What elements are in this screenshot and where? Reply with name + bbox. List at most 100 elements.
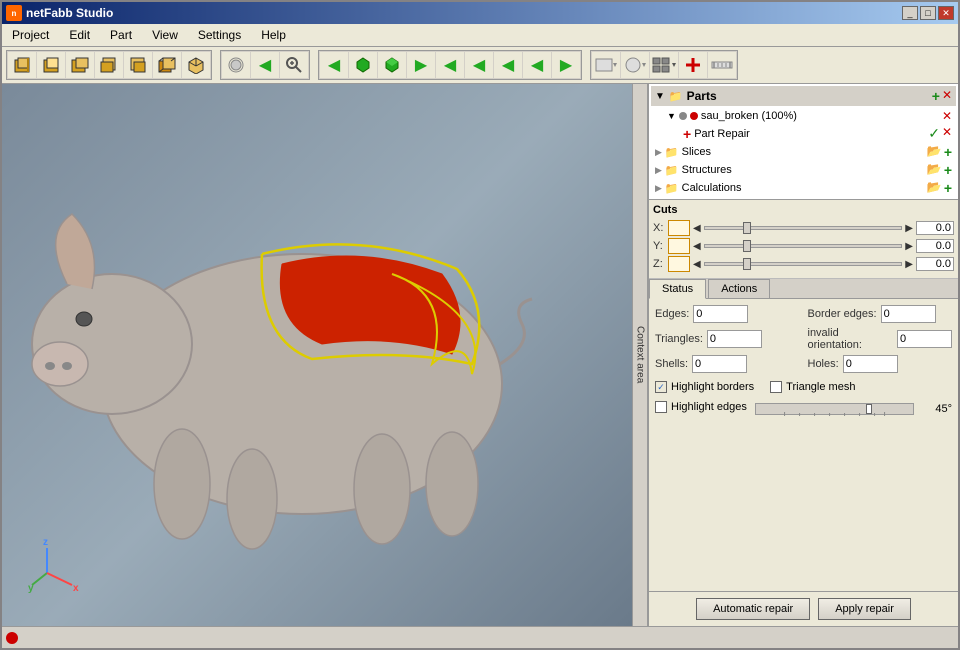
sphere-view-btn[interactable] xyxy=(222,52,250,78)
highlight-borders-checkbox[interactable] xyxy=(655,381,667,393)
menu-help[interactable]: Help xyxy=(255,26,292,44)
cut-z-left-arrow[interactable]: ◀ xyxy=(693,259,701,270)
nav-left-btn[interactable]: ◀ xyxy=(320,52,348,78)
calculations-open-btn[interactable]: 📂 xyxy=(927,180,942,196)
parts-folder-icon: 📁 xyxy=(669,90,683,103)
part-repair-item[interactable]: + Part Repair ✓ ✕ xyxy=(651,124,956,143)
maximize-button[interactable]: □ xyxy=(920,6,936,20)
structures-item[interactable]: ▶ 📁 Structures 📂 + xyxy=(651,161,956,179)
menu-project[interactable]: Project xyxy=(6,26,55,44)
apply-repair-btn[interactable]: Apply repair xyxy=(818,598,911,620)
fwd-btn[interactable]: ◀ xyxy=(465,52,493,78)
context-area-tab[interactable]: Context area xyxy=(632,84,648,626)
slices-open-btn[interactable]: 📂 xyxy=(927,144,942,160)
structures-expand-icon: ▶ xyxy=(655,165,662,176)
cube-bottom-btn[interactable] xyxy=(124,52,152,78)
measure-btn[interactable] xyxy=(708,52,736,78)
calculations-add-btn[interactable]: + xyxy=(944,180,952,196)
parts-header-actions: + ✕ xyxy=(932,88,952,104)
part-close-btn[interactable]: ✕ xyxy=(942,109,952,123)
parts-add-btn[interactable]: + xyxy=(932,88,940,104)
cut-y-slider[interactable] xyxy=(704,239,903,253)
menu-part[interactable]: Part xyxy=(104,26,138,44)
cut-x-box[interactable] xyxy=(668,220,690,236)
context-tab-label: Context area xyxy=(635,326,646,383)
parts-title: Parts xyxy=(687,89,717,103)
menu-settings[interactable]: Settings xyxy=(192,26,247,44)
cut-y-left-arrow[interactable]: ◀ xyxy=(693,241,701,252)
bottom-bar: Automatic repair Apply repair xyxy=(649,591,958,626)
parts-header-left: ▼ 📁 Parts xyxy=(655,89,717,103)
parts-del-btn[interactable]: ✕ xyxy=(942,88,952,104)
menu-view[interactable]: View xyxy=(146,26,184,44)
tri-add-btn[interactable]: ▶ xyxy=(407,52,435,78)
svg-text:y: y xyxy=(28,583,34,593)
up-btn[interactable]: ◀ xyxy=(523,52,551,78)
close-button[interactable]: ✕ xyxy=(938,6,954,20)
dropdown2-btn[interactable] xyxy=(621,52,649,78)
down-btn[interactable]: ◀ xyxy=(494,52,522,78)
cube-persp-btn[interactable] xyxy=(153,52,181,78)
slices-add-btn[interactable]: + xyxy=(944,144,952,160)
title-bar: n netFabb Studio _ □ ✕ xyxy=(2,2,958,24)
cut-y-box[interactable] xyxy=(668,238,690,254)
cut-z-value[interactable] xyxy=(916,257,954,271)
cut-x-slider[interactable] xyxy=(704,221,903,235)
cut-y-value[interactable] xyxy=(916,239,954,253)
highlight-edges-row: Highlight edges xyxy=(655,401,747,413)
cut-y-right-arrow[interactable]: ▶ xyxy=(905,241,913,252)
structures-actions: 📂 + xyxy=(927,162,952,178)
highlight-edges-checkbox[interactable] xyxy=(655,401,667,413)
holes-value[interactable] xyxy=(843,355,898,373)
highlight-borders-label: Highlight borders xyxy=(671,381,754,393)
calculations-item[interactable]: ▶ 📁 Calculations 📂 + xyxy=(651,179,956,197)
invalid-orientation-value[interactable] xyxy=(897,330,952,348)
cube-top-btn[interactable] xyxy=(37,52,65,78)
cut-x-value[interactable] xyxy=(916,221,954,235)
add-btn[interactable] xyxy=(679,52,707,78)
dropdown1-btn[interactable] xyxy=(592,52,620,78)
view-cube-group xyxy=(6,50,212,80)
triangles-value[interactable] xyxy=(707,330,762,348)
cut-x-right-arrow[interactable]: ▶ xyxy=(905,223,913,234)
cube-front-btn[interactable] xyxy=(8,52,36,78)
cut-y-row: Y: ◀ ▶ xyxy=(653,238,954,254)
triangle-mesh-checkbox[interactable] xyxy=(770,381,782,393)
back-btn[interactable]: ◀ xyxy=(436,52,464,78)
part-sau-broken-item[interactable]: ▼ sau_broken (100%) ✕ xyxy=(651,108,956,124)
minimize-button[interactable]: _ xyxy=(902,6,918,20)
hex-btn[interactable] xyxy=(349,52,377,78)
tab-status[interactable]: Status xyxy=(649,279,706,299)
box-add-btn[interactable] xyxy=(378,52,406,78)
cut-z-box[interactable] xyxy=(668,256,690,272)
border-edges-value[interactable] xyxy=(881,305,936,323)
grid-btn[interactable] xyxy=(650,52,678,78)
shells-value[interactable] xyxy=(692,355,747,373)
parts-tree-header: ▼ 📁 Parts + ✕ xyxy=(651,86,956,106)
right-btn[interactable]: ▶ xyxy=(552,52,580,78)
edges-value[interactable] xyxy=(693,305,748,323)
part-repair-label: Part Repair xyxy=(694,128,750,140)
zoom-btn[interactable] xyxy=(280,52,308,78)
menu-edit[interactable]: Edit xyxy=(63,26,96,44)
arrow-left-btn[interactable]: ◀ xyxy=(251,52,279,78)
cube-left-btn[interactable] xyxy=(95,52,123,78)
repair-check-icon[interactable]: ✓ xyxy=(928,125,940,142)
viewport[interactable]: z y x xyxy=(2,84,632,626)
part-error-dot xyxy=(690,112,698,120)
structures-open-btn[interactable]: 📂 xyxy=(927,162,942,178)
angle-slider-track[interactable] xyxy=(755,403,914,415)
cube-iso-btn[interactable] xyxy=(182,52,210,78)
slices-item[interactable]: ▶ 📁 Slices 📂 + xyxy=(651,143,956,161)
cube-right-btn[interactable] xyxy=(66,52,94,78)
cut-z-row: Z: ◀ ▶ xyxy=(653,256,954,272)
structures-label: Structures xyxy=(682,164,732,176)
cut-z-slider[interactable] xyxy=(704,257,903,271)
automatic-repair-btn[interactable]: Automatic repair xyxy=(696,598,810,620)
structures-add-btn[interactable]: + xyxy=(944,162,952,178)
repair-del-btn[interactable]: ✕ xyxy=(942,125,952,142)
cut-z-right-arrow[interactable]: ▶ xyxy=(905,259,913,270)
invalid-orientation-row: invalid orientation: xyxy=(808,327,953,351)
cut-x-left-arrow[interactable]: ◀ xyxy=(693,223,701,234)
tab-actions[interactable]: Actions xyxy=(708,279,770,298)
